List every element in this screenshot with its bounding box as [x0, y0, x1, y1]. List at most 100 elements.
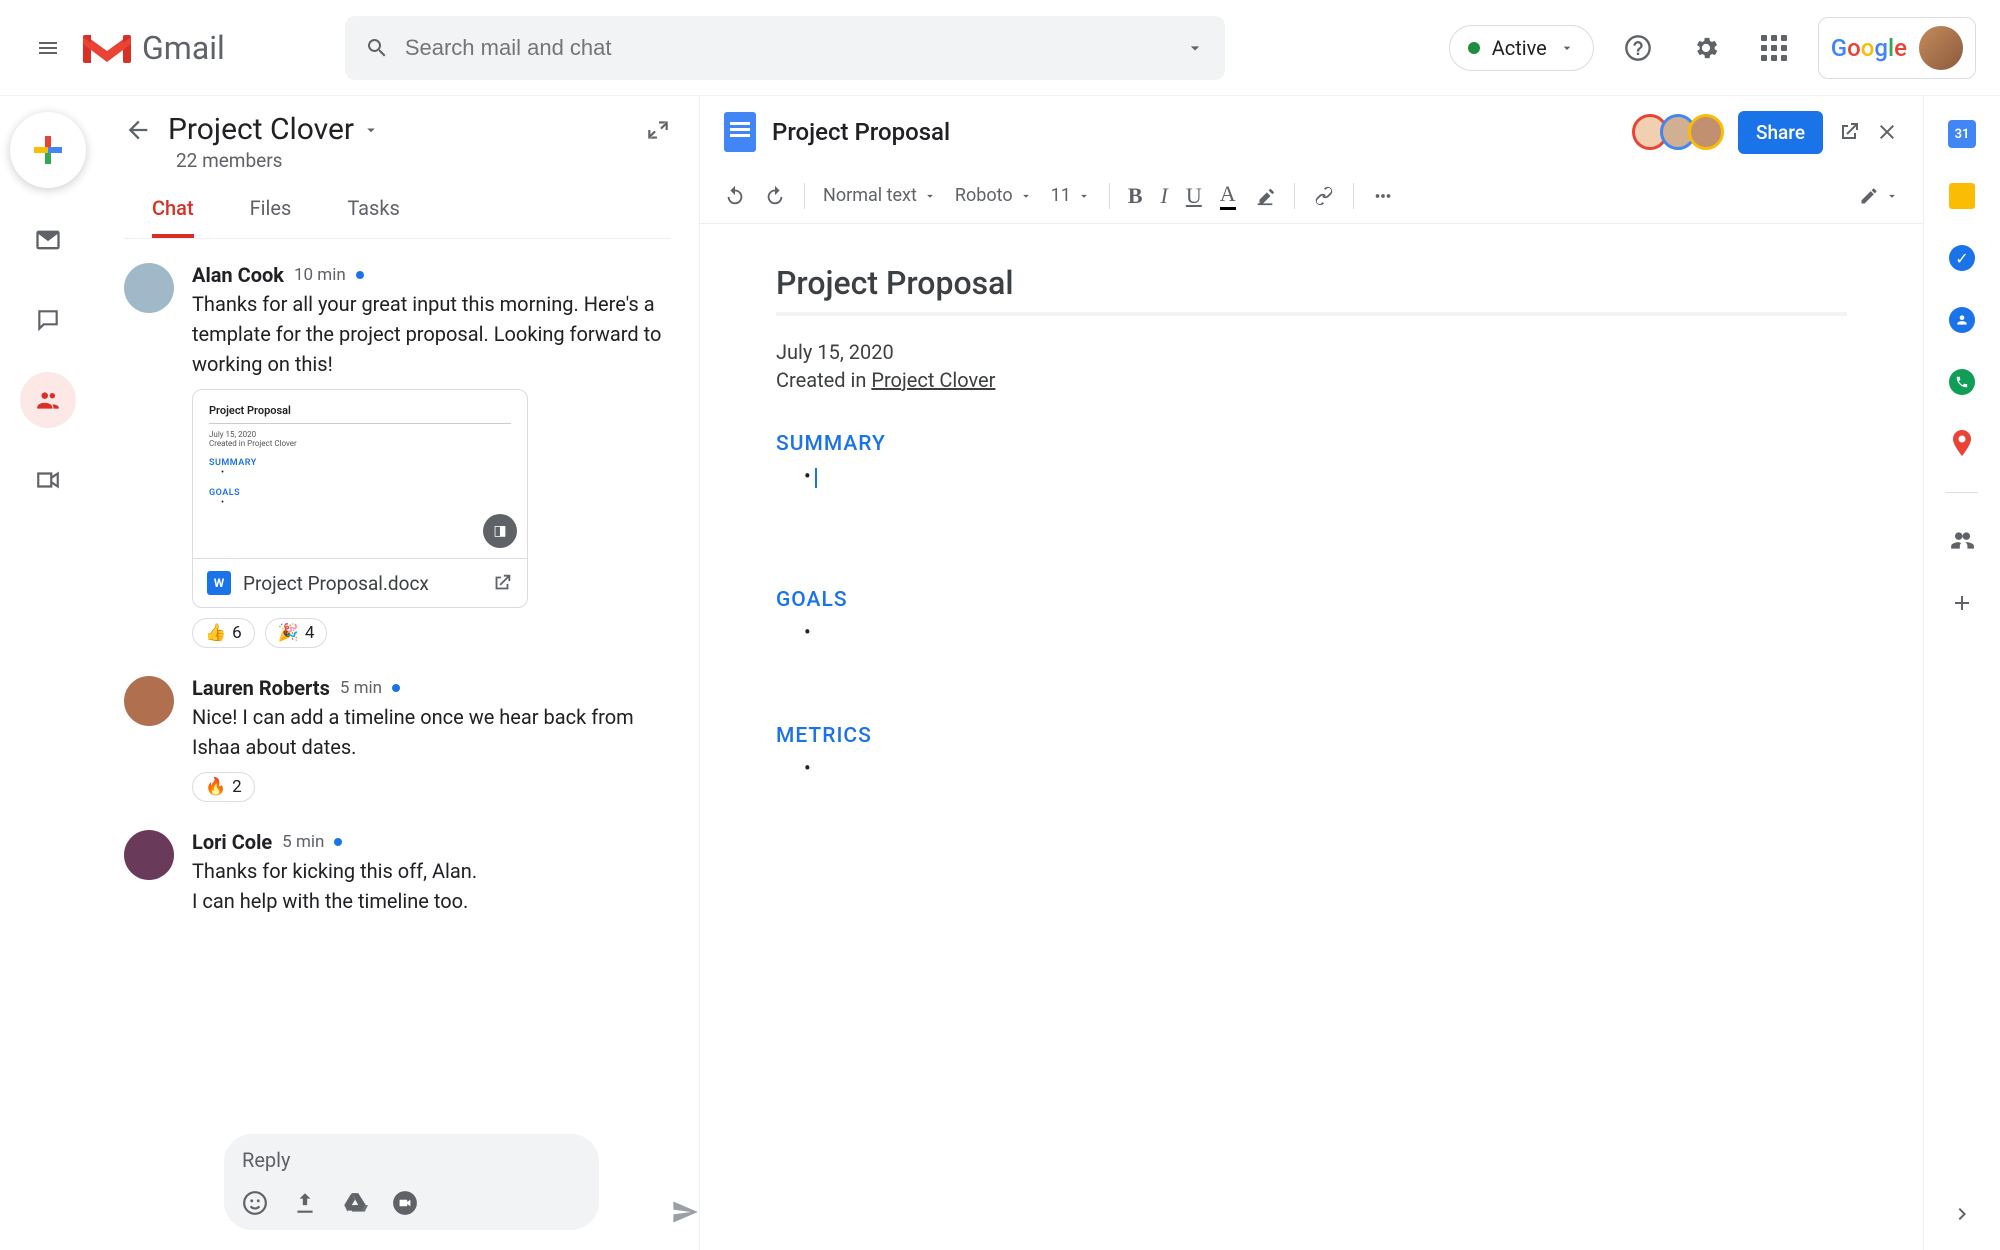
tab-chat[interactable]: Chat	[152, 196, 194, 238]
hangouts-icon	[1949, 369, 1975, 395]
video-icon	[35, 467, 61, 493]
reply-box[interactable]: Reply	[224, 1134, 599, 1230]
meet-button[interactable]	[392, 1190, 418, 1216]
side-keep[interactable]	[1948, 182, 1976, 210]
attachment-preview: Project Proposal July 15, 2020 Created i…	[193, 390, 527, 558]
open-external-button[interactable]	[1837, 120, 1861, 144]
collapse-button[interactable]	[645, 117, 671, 143]
room-title[interactable]: Project Clover	[168, 112, 354, 147]
search-icon	[365, 36, 389, 60]
undo-button[interactable]	[724, 185, 746, 207]
search-options-dropdown[interactable]	[1185, 38, 1205, 58]
close-doc-button[interactable]	[1875, 120, 1899, 144]
side-expand[interactable]	[1950, 1202, 1974, 1226]
people-add-icon	[1949, 528, 1975, 554]
caret-down-icon[interactable]	[362, 121, 380, 139]
google-apps-button[interactable]	[1750, 24, 1798, 72]
share-button[interactable]: Share	[1738, 111, 1823, 154]
more-button[interactable]	[1372, 185, 1394, 207]
hamburger-icon	[36, 36, 60, 60]
settings-button[interactable]	[1682, 24, 1730, 72]
support-button[interactable]	[1614, 24, 1662, 72]
font-family[interactable]: Roboto	[955, 185, 1033, 206]
undo-icon	[724, 185, 746, 207]
editing-mode[interactable]	[1859, 186, 1899, 206]
insert-link-button[interactable]	[1313, 185, 1335, 207]
caret-down-icon	[923, 189, 937, 203]
link-icon	[1313, 185, 1335, 207]
nav-chat[interactable]	[20, 292, 76, 348]
gmail-logo[interactable]: Gmail	[80, 28, 225, 68]
side-hangouts[interactable]	[1948, 368, 1976, 396]
reply-input[interactable]: Reply	[242, 1148, 581, 1172]
side-contacts[interactable]	[1948, 306, 1976, 334]
underline-button[interactable]: U	[1186, 183, 1202, 209]
reaction-chip[interactable]: 🎉4	[265, 618, 328, 648]
nav-meet[interactable]	[20, 452, 76, 508]
attachment-card[interactable]: Project Proposal July 15, 2020 Created i…	[192, 389, 528, 608]
emoji-button[interactable]	[242, 1190, 268, 1216]
side-calendar[interactable]: 31	[1948, 120, 1976, 148]
room-members[interactable]: 22 members	[176, 149, 671, 172]
docx-icon: W	[207, 571, 231, 595]
side-get-addons[interactable]	[1948, 589, 1976, 617]
side-tasks[interactable]: ✓	[1948, 244, 1976, 272]
redo-button[interactable]	[764, 185, 786, 207]
paragraph-style[interactable]: Normal text	[823, 185, 937, 206]
nav-rail	[0, 96, 96, 1250]
bold-button[interactable]: B	[1128, 183, 1143, 209]
reaction-emoji: 👍	[205, 623, 226, 643]
doc-section-summary: SUMMARY	[776, 432, 1847, 456]
font-size[interactable]: 11	[1051, 185, 1091, 206]
back-button[interactable]	[124, 116, 168, 144]
message-time: 5 min	[340, 678, 382, 698]
collapse-icon	[645, 117, 671, 143]
side-panel-badge-icon: ◨	[483, 514, 517, 548]
side-maps[interactable]	[1948, 430, 1976, 458]
tab-tasks[interactable]: Tasks	[347, 196, 400, 238]
italic-button[interactable]: I	[1161, 183, 1168, 209]
caret-down-icon	[1019, 189, 1033, 203]
message-avatar	[124, 676, 174, 726]
drive-button[interactable]	[342, 1190, 368, 1216]
reaction-chip[interactable]: 🔥2	[192, 772, 255, 802]
calendar-icon: 31	[1948, 120, 1976, 148]
tab-files[interactable]: Files	[250, 196, 292, 238]
upload-button[interactable]	[292, 1190, 318, 1216]
status-label: Active	[1492, 36, 1547, 60]
maps-pin-icon	[1950, 430, 1974, 458]
highlight-button[interactable]	[1254, 185, 1276, 207]
compose-button[interactable]	[10, 112, 86, 188]
chat-panel: Project Clover 22 members Chat Files Tas…	[96, 96, 700, 1250]
reaction-chip[interactable]: 👍6	[192, 618, 255, 648]
search-input[interactable]	[405, 35, 1185, 61]
collaborator-avatars[interactable]	[1640, 114, 1724, 150]
side-divider	[1946, 492, 1978, 493]
nav-mail[interactable]	[20, 212, 76, 268]
doc-body[interactable]: Project Proposal July 15, 2020 Created i…	[700, 224, 1923, 1250]
message: Lori Cole 5 min Thanks for kicking this …	[124, 830, 671, 916]
nav-rooms[interactable]	[20, 372, 76, 428]
doc-toolbar: Normal text Roboto 11 B I U A	[700, 168, 1923, 224]
text-color-button[interactable]: A	[1220, 181, 1236, 210]
side-addons[interactable]	[1948, 527, 1976, 555]
account-chip[interactable]: Google	[1818, 17, 1976, 79]
message: Lauren Roberts 5 min Nice! I can add a t…	[124, 676, 671, 802]
open-attachment-external[interactable]	[491, 572, 513, 594]
doc-section-metrics: METRICS	[776, 724, 1847, 748]
message-text: Thanks for kicking this off, Alan.I can …	[192, 856, 671, 916]
emoji-icon	[242, 1190, 268, 1216]
doc-bullet: •	[804, 620, 1847, 644]
doc-room-link[interactable]: Project Clover	[871, 368, 995, 392]
close-icon	[1875, 120, 1899, 144]
search-box[interactable]	[345, 16, 1225, 80]
presence-status[interactable]: Active	[1449, 25, 1594, 71]
apps-grid-icon	[1761, 35, 1787, 61]
reaction-count: 2	[232, 777, 242, 797]
doc-title[interactable]: Project Proposal	[772, 118, 950, 146]
doc-divider	[776, 312, 1847, 316]
send-button[interactable]	[671, 1198, 699, 1226]
more-horizontal-icon	[1372, 185, 1394, 207]
gmail-m-icon	[80, 28, 134, 68]
main-menu-button[interactable]	[24, 24, 72, 72]
